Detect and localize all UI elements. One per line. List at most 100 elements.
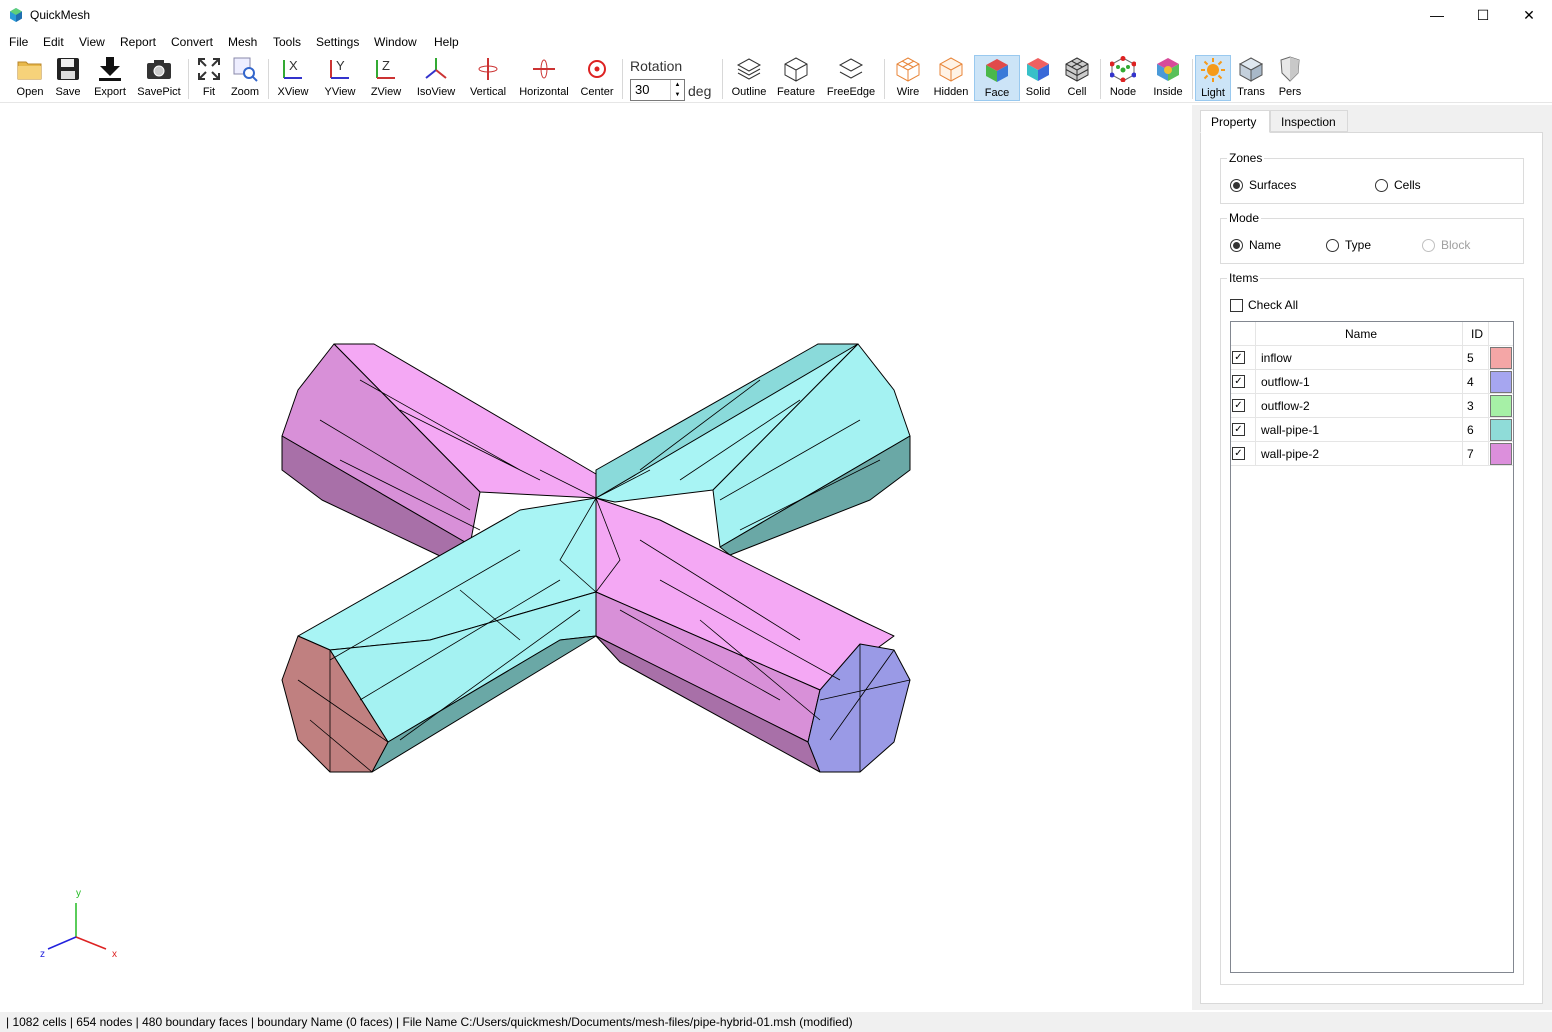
surfaces-radio[interactable]: Surfaces: [1230, 178, 1296, 192]
export-button[interactable]: Export: [92, 55, 128, 101]
savepict-label: SavePict: [137, 86, 181, 98]
solid-label: Solid: [1025, 86, 1051, 98]
column-id-header[interactable]: ID: [1471, 327, 1483, 341]
toolbar-separator: [622, 59, 623, 99]
table-row[interactable]: ✓ outflow-1 4: [1231, 370, 1513, 394]
check-all-label: Check All: [1248, 298, 1299, 312]
zoom-button[interactable]: Zoom: [229, 55, 261, 101]
minimize-button[interactable]: —: [1414, 0, 1460, 30]
menu-edit[interactable]: Edit: [43, 35, 64, 49]
zone-color-swatch[interactable]: [1490, 419, 1512, 441]
feature-button[interactable]: Feature: [776, 55, 816, 101]
axis-triad: y x z: [40, 888, 117, 960]
cell-button[interactable]: Cell: [1062, 55, 1092, 101]
save-label: Save: [55, 86, 81, 98]
table-row[interactable]: ✓ wall-pipe-1 6: [1231, 418, 1513, 442]
outline-button[interactable]: Outline: [729, 55, 769, 101]
zone-color-swatch[interactable]: [1490, 371, 1512, 393]
zview-button[interactable]: Z ZView: [368, 55, 404, 101]
transparent-cube-icon: [1238, 57, 1264, 82]
z-axis-view-icon: Z: [376, 58, 395, 79]
table-row[interactable]: ✓ outflow-2 3: [1231, 394, 1513, 418]
name-radio[interactable]: Name: [1230, 238, 1281, 252]
toolbar: Open Save Export SavePict Fit Zoom X XVi…: [0, 53, 1552, 103]
spin-down-icon[interactable]: ▼: [671, 90, 684, 100]
xview-label: XView: [277, 86, 309, 98]
vertical-label: Vertical: [469, 86, 507, 98]
column-name-header[interactable]: Name: [1345, 327, 1377, 341]
download-arrow-icon: [99, 57, 121, 81]
zview-label: ZView: [370, 86, 402, 98]
table-row[interactable]: ✓ inflow 5: [1231, 346, 1513, 370]
menu-view[interactable]: View: [79, 35, 105, 49]
wire-button[interactable]: Wire: [891, 55, 925, 101]
zone-color-swatch[interactable]: [1490, 395, 1512, 417]
inside-button[interactable]: Inside: [1150, 55, 1186, 101]
fit-button[interactable]: Fit: [194, 55, 224, 101]
window-title: QuickMesh: [30, 8, 91, 22]
vertical-rotate-button[interactable]: Vertical: [466, 55, 510, 101]
tab-inspection[interactable]: Inspection: [1270, 110, 1348, 132]
checkbox-checked-icon[interactable]: ✓: [1232, 423, 1245, 436]
freeedge-button[interactable]: FreeEdge: [825, 55, 877, 101]
node-button[interactable]: Node: [1106, 55, 1140, 101]
inside-label: Inside: [1153, 86, 1183, 98]
solid-button[interactable]: Solid: [1023, 55, 1053, 101]
hidden-button[interactable]: Hidden: [931, 55, 971, 101]
close-icon: ✕: [1523, 6, 1535, 23]
rotation-unit-label: deg: [688, 83, 712, 99]
checkbox-checked-icon[interactable]: ✓: [1232, 375, 1245, 388]
checkbox-checked-icon[interactable]: ✓: [1232, 399, 1245, 412]
menu-report[interactable]: Report: [120, 35, 156, 49]
pers-button[interactable]: Pers: [1275, 55, 1305, 101]
zone-color-swatch[interactable]: [1490, 347, 1512, 369]
rotation-spinner[interactable]: ▲ ▼: [670, 80, 684, 100]
menu-mesh[interactable]: Mesh: [228, 35, 257, 49]
face-button[interactable]: Face: [974, 55, 1020, 101]
free-edge-icon: [838, 58, 864, 79]
menu-convert[interactable]: Convert: [171, 35, 213, 49]
spin-up-icon[interactable]: ▲: [671, 80, 684, 90]
vertical-rotate-icon: [478, 58, 498, 80]
mesh-render[interactable]: y x z: [0, 105, 1192, 1010]
menu-help[interactable]: Help: [434, 35, 459, 49]
table-header: Name ID: [1231, 322, 1513, 346]
menu-settings[interactable]: Settings: [316, 35, 359, 49]
savepict-button[interactable]: SavePict: [137, 55, 181, 101]
trans-button[interactable]: Trans: [1236, 55, 1266, 101]
fit-arrows-icon: [198, 58, 220, 80]
menu-window[interactable]: Window: [374, 35, 417, 49]
name-label: Name: [1249, 238, 1282, 252]
zone-id: 7: [1467, 447, 1474, 461]
tab-property[interactable]: Property: [1200, 110, 1270, 133]
open-button[interactable]: Open: [14, 55, 46, 101]
horizontal-rotate-button[interactable]: Horizontal: [517, 55, 571, 101]
light-button[interactable]: Light: [1195, 55, 1231, 101]
center-button[interactable]: Center: [578, 55, 616, 101]
maximize-button[interactable]: ☐: [1460, 0, 1506, 30]
save-button[interactable]: Save: [52, 55, 84, 101]
close-button[interactable]: ✕: [1506, 0, 1552, 30]
type-radio[interactable]: Type: [1326, 238, 1371, 252]
checkbox-checked-icon[interactable]: ✓: [1232, 447, 1245, 460]
menu-file[interactable]: File: [9, 35, 28, 49]
zones-title: Zones: [1227, 151, 1265, 165]
isoview-button[interactable]: IsoView: [414, 55, 458, 101]
menu-tools[interactable]: Tools: [273, 35, 301, 49]
surfaces-label: Surfaces: [1249, 178, 1297, 192]
xview-button[interactable]: X XView: [275, 55, 311, 101]
mesh-viewport[interactable]: y x z: [0, 105, 1192, 1010]
checkbox-checked-icon[interactable]: ✓: [1232, 351, 1245, 364]
cells-radio[interactable]: Cells: [1375, 178, 1421, 192]
yview-button[interactable]: Y YView: [322, 55, 358, 101]
isoview-label: IsoView: [416, 86, 456, 98]
zone-id: 3: [1467, 399, 1474, 413]
face-cube-icon: [986, 59, 1008, 82]
camera-icon: [147, 60, 171, 79]
table-row[interactable]: ✓ wall-pipe-2 7: [1231, 442, 1513, 466]
check-all-checkbox[interactable]: Check All: [1230, 298, 1298, 312]
zone-id: 6: [1467, 423, 1474, 437]
horizontal-label: Horizontal: [519, 86, 569, 98]
outline-label: Outline: [731, 86, 767, 98]
zone-color-swatch[interactable]: [1490, 443, 1512, 465]
